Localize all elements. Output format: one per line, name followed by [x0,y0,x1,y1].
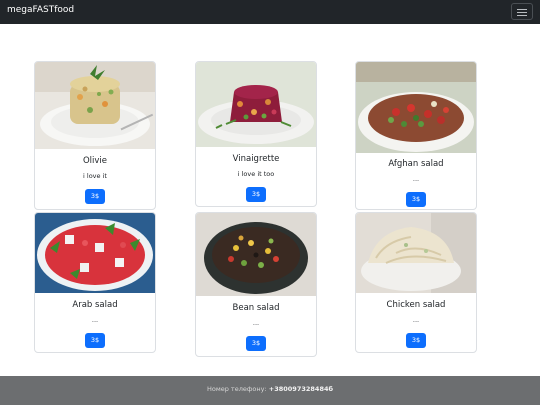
price-button[interactable]: 3$ [85,189,105,204]
card-title: Arab salad [72,300,118,310]
price-button[interactable]: 3$ [246,187,266,202]
product-card-arab-salad: Arab salad ... 3$ [34,212,156,353]
price-button[interactable]: 3$ [85,333,105,348]
product-card-chicken-salad: Chicken salad ... 3$ [355,212,477,353]
olivie-image [35,62,155,149]
card-text: i love it [83,172,107,180]
card-text: ... [412,316,420,324]
footer-phone: Номер телефону: +380097328484б [0,385,540,393]
card-text: ... [91,316,99,324]
product-card-vinaigrette: Vinaigrette i love it too 3$ [195,61,317,207]
price-button[interactable]: 3$ [246,336,266,351]
card-title: Olivie [82,156,108,166]
card-title: Chicken salad [386,300,446,310]
vinaigrette-image [196,62,316,147]
arab-salad-image [35,213,155,293]
footer: Номер телефону: +380097328484б [0,376,540,405]
product-card-olivie: Olivie i love it 3$ [34,61,156,210]
product-card-bean-salad: Bean salad ... 3$ [195,212,317,357]
card-text: ... [412,175,420,183]
card-title: Afghan salad [388,159,444,169]
price-button[interactable]: 3$ [406,333,426,348]
hamburger-icon [517,9,527,10]
brand-link[interactable]: megaFASTfood [7,5,74,15]
card-text: ... [252,319,260,327]
afghan-salad-image [356,62,476,153]
menu-toggler-button[interactable] [511,3,533,20]
price-button[interactable]: 3$ [406,192,426,207]
phone-number: +380097328484б [268,385,334,393]
card-title: Vinaigrette [232,154,280,164]
phone-label: Номер телефону: [206,385,267,393]
chicken-salad-image [356,213,476,293]
card-text: i love it too [237,170,275,178]
card-title: Bean salad [232,303,280,313]
navbar: megaFASTfood [0,0,540,24]
bean-salad-image [196,213,316,296]
product-card-afghan-salad: Afghan salad ... 3$ [355,61,477,210]
